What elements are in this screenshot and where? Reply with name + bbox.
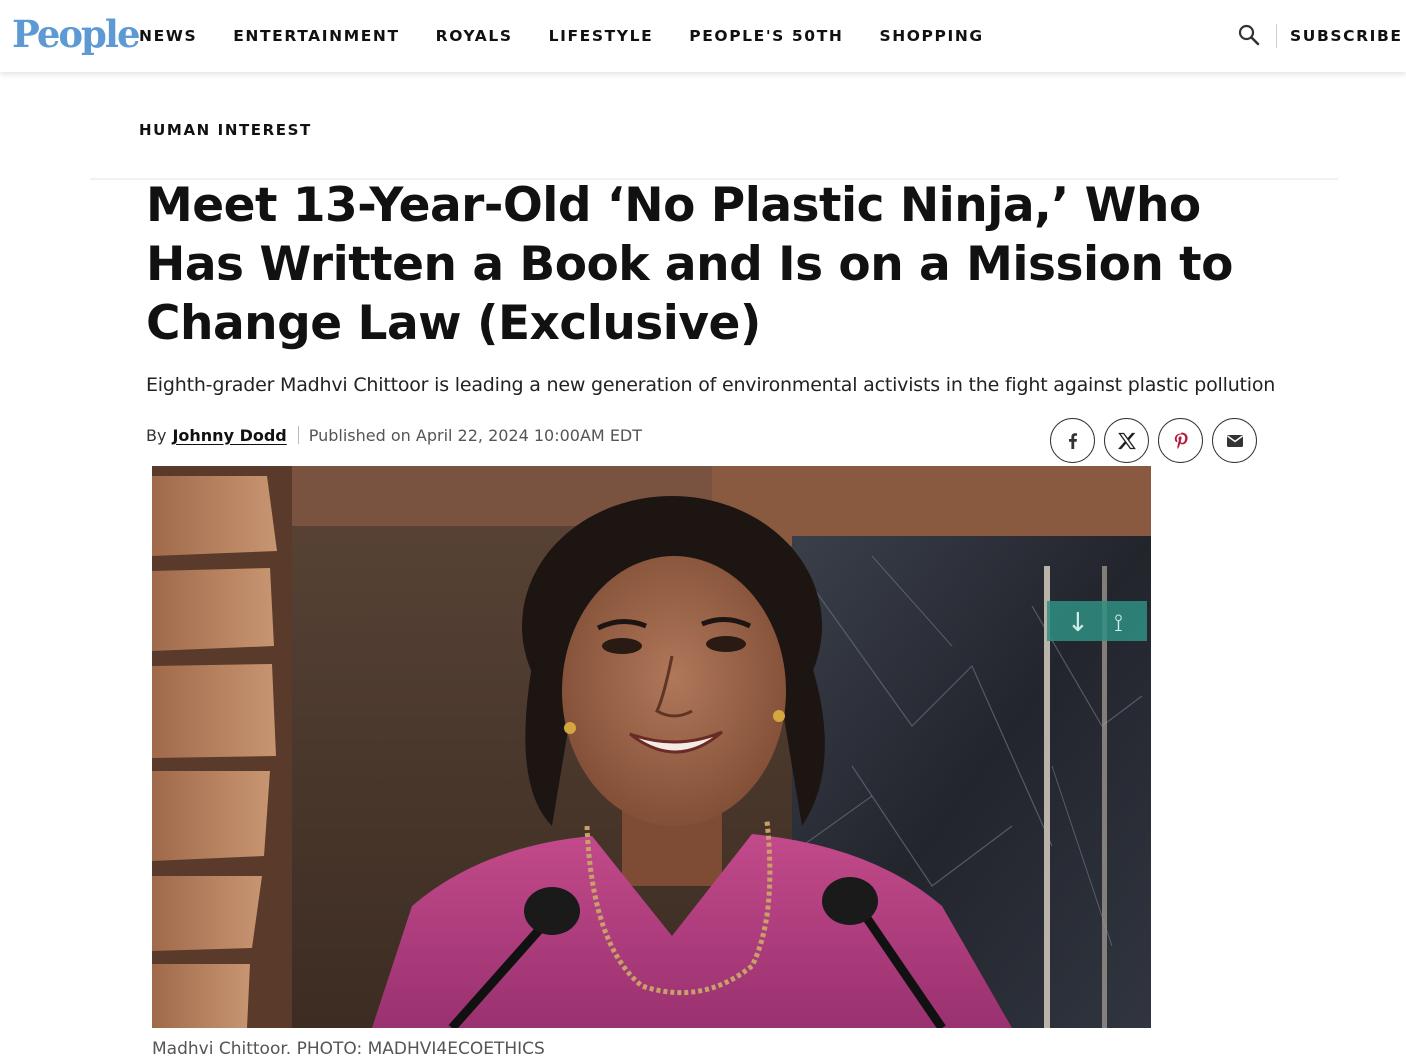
category-label[interactable]: HUMAN INTEREST [139, 119, 312, 141]
nav-entertainment[interactable]: ENTERTAINMENT [233, 24, 399, 48]
pinterest-icon[interactable] [1158, 418, 1203, 463]
svg-text:↓: ↓ [1067, 608, 1089, 638]
subscribe-link[interactable]: SUBSCRIBE [1290, 24, 1403, 48]
people-logo[interactable]: People [12, 12, 141, 56]
article-headline: Meet 13-Year-Old ‘No Plastic Ninja,’ Who… [146, 178, 1233, 351]
photo-caption: Madhvi Chittoor. PHOTO: MADHVI4ECOETHICS [152, 1039, 545, 1058]
nav-shopping[interactable]: SHOPPING [879, 24, 983, 48]
site-header: People NEWS ENTERTAINMENT ROYALS LIFESTY… [0, 0, 1406, 72]
byline-prefix: By [146, 425, 167, 445]
nav-lifestyle[interactable]: LIFESTYLE [549, 24, 654, 48]
author-link[interactable]: Johnny Dodd [172, 426, 286, 445]
search-icon[interactable] [1236, 22, 1262, 48]
publish-date: Published on April 22, 2024 10:00AM EDT [308, 425, 643, 445]
header-divider [1276, 24, 1277, 48]
hero-photo: ↓ ⟟ [152, 466, 1151, 1028]
share-buttons [1050, 418, 1257, 463]
svg-text:⟟: ⟟ [1114, 609, 1123, 637]
byline: By Johnny Dodd Published on April 22, 20… [146, 424, 642, 446]
facebook-icon[interactable] [1050, 418, 1095, 463]
nav-royals[interactable]: ROYALS [436, 24, 513, 48]
email-icon[interactable] [1212, 418, 1257, 463]
article-subheadline: Eighth-grader Madhvi Chittoor is leading… [146, 374, 1276, 396]
main-nav: NEWS ENTERTAINMENT ROYALS LIFESTYLE PEOP… [139, 24, 1020, 48]
x-icon[interactable] [1104, 418, 1149, 463]
nav-peoples-50th[interactable]: PEOPLE'S 50TH [689, 24, 843, 48]
byline-divider [297, 426, 299, 444]
nav-news[interactable]: NEWS [139, 24, 197, 48]
